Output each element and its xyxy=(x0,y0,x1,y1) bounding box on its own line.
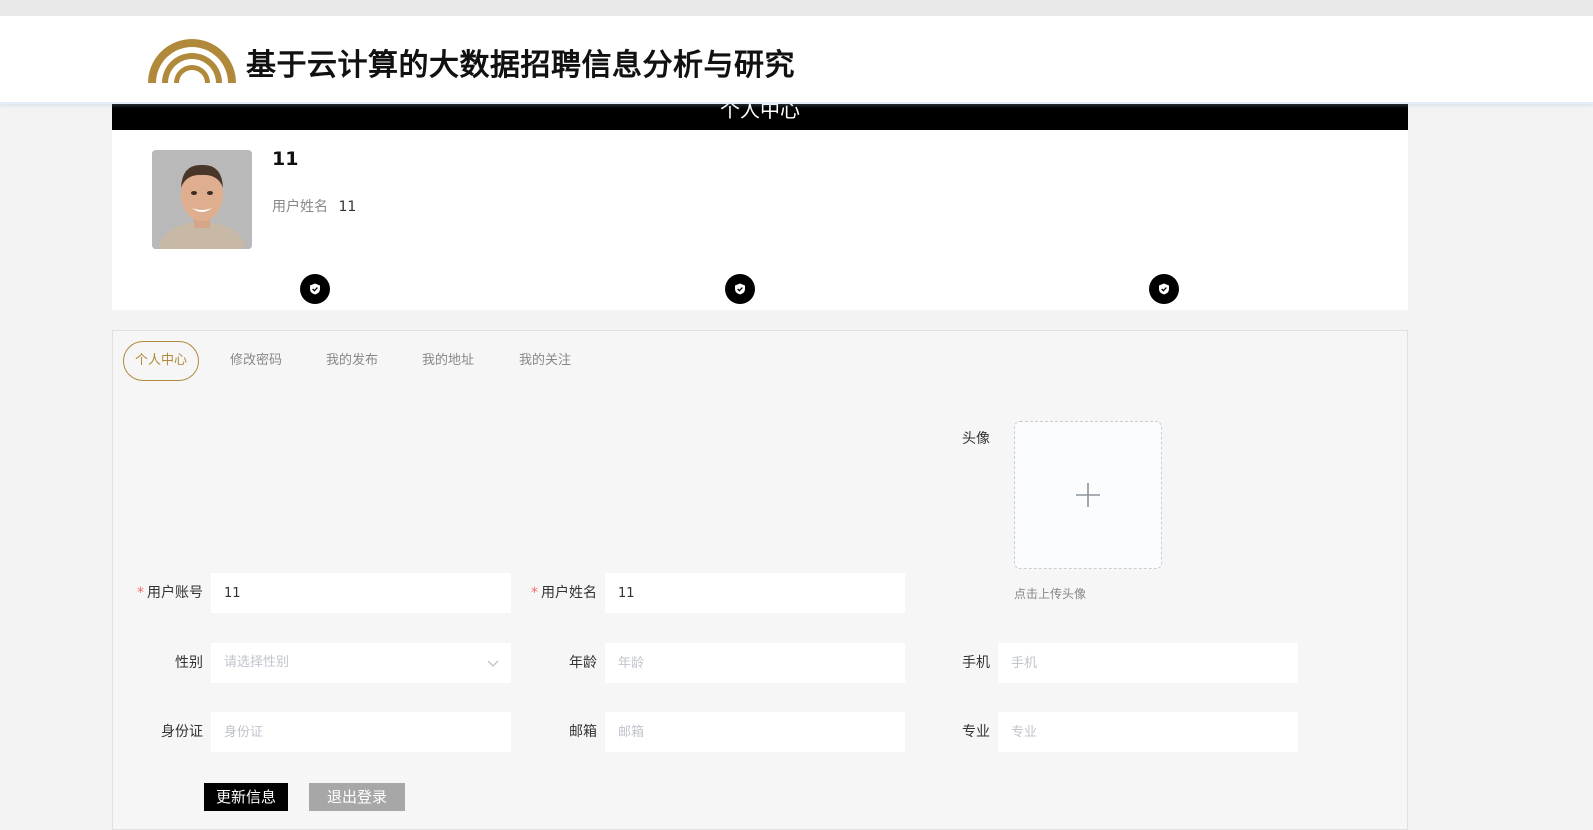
account-label: * 用户账号 xyxy=(113,573,203,613)
logout-button[interactable]: 退出登录 xyxy=(309,783,405,811)
age-input[interactable] xyxy=(605,643,905,683)
avatar xyxy=(152,150,252,249)
id-card-label: 身份证 xyxy=(161,724,203,740)
id-card-input[interactable] xyxy=(211,712,511,752)
tab-personal-center[interactable]: 个人中心 xyxy=(123,341,200,381)
name-label-text: 用户姓名 xyxy=(541,585,597,601)
required-mark: * xyxy=(137,585,144,601)
gender-select-placeholder: 请选择性别 xyxy=(224,655,290,670)
profile-username-value: 11 xyxy=(338,199,357,215)
phone-input[interactable] xyxy=(998,643,1298,683)
profile-name: 11 xyxy=(272,148,299,170)
email-input[interactable] xyxy=(605,712,905,752)
profile-username-label: 用户姓名 xyxy=(272,199,328,215)
name-input[interactable] xyxy=(605,573,905,613)
required-mark: * xyxy=(531,585,538,601)
avatar-label: 头像 xyxy=(962,431,990,447)
gender-select[interactable]: 请选择性别 xyxy=(211,643,511,683)
update-info-button[interactable]: 更新信息 xyxy=(204,783,288,811)
tab-my-follows[interactable]: 我的关注 xyxy=(519,341,571,381)
tab-change-password[interactable]: 修改密码 xyxy=(230,341,282,381)
age-label: 年龄 xyxy=(569,655,597,671)
browser-top-strip xyxy=(0,0,1593,16)
avatar-person-icon xyxy=(152,150,252,249)
name-label: * 用户姓名 xyxy=(507,573,597,613)
site-header: 基于云计算的大数据招聘信息分析与研究 xyxy=(0,16,1593,104)
phone-label: 手机 xyxy=(962,655,990,671)
account-label-text: 用户账号 xyxy=(147,585,203,601)
account-input[interactable] xyxy=(211,573,511,613)
logo-icon xyxy=(148,39,236,83)
upload-hint: 点击上传头像 xyxy=(1014,587,1087,601)
major-input[interactable] xyxy=(998,712,1298,752)
plus-icon xyxy=(1076,483,1100,507)
gender-label: 性别 xyxy=(175,655,203,671)
profile-card: 11 用户姓名 11 xyxy=(112,130,1408,310)
email-label: 邮箱 xyxy=(569,724,597,740)
tab-my-address[interactable]: 我的地址 xyxy=(422,341,474,381)
site-title: 基于云计算的大数据招聘信息分析与研究 xyxy=(246,48,795,83)
chevron-down-icon xyxy=(487,660,499,667)
avatar-upload-box[interactable] xyxy=(1014,421,1162,569)
shield-check-icon xyxy=(725,274,755,304)
major-label: 专业 xyxy=(962,724,990,740)
shield-check-icon xyxy=(300,274,330,304)
shield-check-icon xyxy=(1149,274,1179,304)
user-center-panel: 个人中心 修改密码 我的发布 我的地址 我的关注 头像 点击上传头像 * 用户账号… xyxy=(112,330,1408,830)
tab-my-posts[interactable]: 我的发布 xyxy=(326,341,378,381)
profile-username: 用户姓名 11 xyxy=(272,196,356,216)
